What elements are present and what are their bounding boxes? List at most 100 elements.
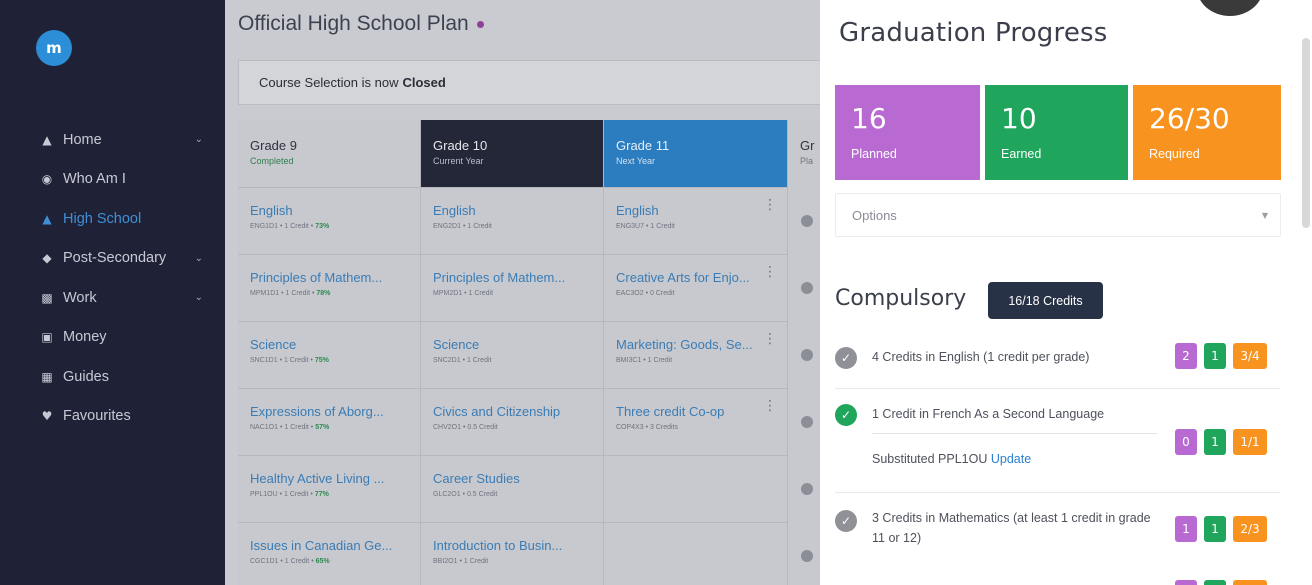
add-course-icon[interactable] — [801, 416, 813, 428]
course-card[interactable]: Three credit Co-op COP4X3 • 3 Credits ⋮ — [604, 388, 788, 455]
course-grade: 75% — [314, 357, 329, 364]
course-meta: BMI3C1 • 1 Credit — [616, 357, 673, 364]
grade-header-10[interactable]: Grade 10 Current Year — [421, 120, 604, 187]
planned-label: Planned — [851, 147, 897, 161]
course-title: Issues in Canadian Ge... — [250, 538, 393, 553]
add-course-icon[interactable] — [801, 483, 813, 495]
planned-count: 2 — [1175, 343, 1197, 369]
course-grade: 57% — [315, 424, 330, 431]
chevron-down-icon[interactable]: ⌄ — [195, 134, 203, 145]
sidebar-nav: ▲ Home ⌄ ◉ Who Am I ▲ High School ◆ Post… — [0, 120, 225, 436]
course-card[interactable]: Civics and Citizenship CHV2O1 • 0.5 Cred… — [421, 388, 604, 455]
grade-name: Grade 9 — [250, 138, 297, 153]
briefcase-icon: ▩ — [41, 290, 53, 305]
earned-count — [1204, 580, 1226, 585]
divider — [835, 388, 1280, 389]
heart-icon: ♥ — [41, 409, 53, 424]
earned-count: 1 — [1204, 516, 1226, 542]
course-card[interactable]: Introduction to Busin... BBI2O1 • 1 Cred… — [421, 522, 604, 585]
add-course-icon[interactable] — [801, 550, 813, 562]
course-meta: NAC1O1 • 1 Credit • 57% — [250, 424, 408, 431]
course-card[interactable]: English ENG2D1 • 1 Credit — [421, 187, 604, 254]
course-card[interactable]: English ENG3U7 • 1 Credit ⋮ — [604, 187, 788, 254]
requirement-text: 4 Credits in English (1 credit per grade… — [872, 350, 1090, 364]
course-title: English — [433, 203, 476, 218]
course-card[interactable]: Science SNC2D1 • 1 Credit — [421, 321, 604, 388]
course-card[interactable]: Marketing: Goods, Se... BMI3C1 • 1 Credi… — [604, 321, 788, 388]
notice-status: Closed — [402, 75, 446, 90]
divider — [872, 433, 1157, 434]
grade-status: Completed — [250, 156, 294, 166]
sidebar-item-favourites[interactable]: ♥ Favourites — [0, 397, 225, 437]
page-title-text: Official High School Plan — [238, 12, 469, 35]
app-logo[interactable]: m — [36, 30, 72, 66]
grade-header-9[interactable]: Grade 9 Completed — [238, 120, 421, 187]
course-meta: BBI2O1 • 1 Credit — [433, 558, 489, 565]
requirement-mathematics[interactable]: ✓ 3 Credits in Mathematics (at least 1 c… — [835, 508, 1280, 568]
sidebar-item-work[interactable]: ▩ Work ⌄ — [0, 278, 225, 318]
grade-name: Grade 10 — [433, 138, 488, 153]
sidebar-item-guides[interactable]: ▦ Guides — [0, 357, 225, 397]
more-options-icon[interactable]: ⋮ — [763, 265, 777, 279]
grade-header-12[interactable]: Gr Pla — [788, 120, 820, 187]
more-options-icon[interactable]: ⋮ — [763, 332, 777, 346]
course-card[interactable]: Expressions of Aborɡ... NAC1O1 • 1 Credi… — [238, 388, 421, 455]
update-link[interactable]: Update — [991, 452, 1031, 466]
course-code-credit: NAC1O1 • 1 Credit • — [250, 424, 314, 431]
course-title: English — [616, 203, 659, 218]
course-meta: EAC3O2 • 0 Credit — [616, 290, 675, 297]
course-title: Principles of Mathem... — [250, 270, 383, 285]
course-card[interactable]: Healthy Active Living ... PPL1OU • 1 Cre… — [238, 455, 421, 522]
add-course-icon[interactable] — [801, 349, 813, 361]
course-meta: SNC1D1 • 1 Credit • 75% — [250, 357, 408, 364]
course-title: Healthy Active Living ... — [250, 471, 385, 486]
course-title: Science — [250, 337, 297, 352]
course-card[interactable]: Principles of Mathem... MPM2D1 • 1 Credi… — [421, 254, 604, 321]
grade-header-11[interactable]: Grade 11 Next Year — [604, 120, 788, 187]
panel-title: Graduation Progress — [839, 18, 1108, 48]
course-title: Science — [433, 337, 480, 352]
sidebar-item-post-secondary[interactable]: ◆ Post-Secondary ⌄ — [0, 239, 225, 279]
chevron-down-icon[interactable]: ⌄ — [195, 292, 203, 303]
course-card[interactable]: Creative Arts for Enjo... EAC3O2 • 0 Cre… — [604, 254, 788, 321]
course-meta: PPL1OU • 1 Credit • 77% — [250, 491, 408, 498]
earned-value: 10 — [1001, 102, 1037, 135]
course-code-credit: SNC1D1 • 1 Credit • — [250, 357, 313, 364]
course-card[interactable]: Issues in Canadian Ge... CGC1D1 • 1 Cred… — [238, 522, 421, 585]
options-dropdown[interactable]: Options ▼ — [835, 193, 1281, 237]
more-options-icon[interactable]: ⋮ — [763, 399, 777, 413]
avatar[interactable] — [1197, 0, 1263, 16]
requirement-english[interactable]: ✓ 4 Credits in English (1 credit per gra… — [835, 343, 1280, 403]
sidebar-item-label: Money — [63, 329, 107, 346]
course-title: Expressions of Aborɡ... — [250, 404, 384, 419]
check-circle-icon: ✓ — [835, 347, 857, 369]
empty-slot[interactable] — [604, 522, 788, 585]
course-title: Three credit Co-op — [616, 404, 725, 419]
course-meta: ENG1D1 • 1 Credit • 73% — [250, 223, 408, 230]
sidebar-item-home[interactable]: ▲ Home ⌄ — [0, 120, 225, 160]
graduation-progress-panel: Graduation Progress 16 Planned 10 Earned… — [820, 0, 1312, 585]
scrollbar[interactable] — [1302, 38, 1310, 228]
planned-stat: 16 Planned — [835, 85, 980, 180]
course-card[interactable]: Science SNC1D1 • 1 Credit • 75% — [238, 321, 421, 388]
substitution-info: Substituted PPL1OU Update — [872, 452, 1031, 466]
add-course-icon[interactable] — [801, 215, 813, 227]
course-card[interactable]: Career Studies GLC2O1 • 0.5 Credit — [421, 455, 604, 522]
sidebar-item-money[interactable]: ▣ Money — [0, 318, 225, 358]
course-grade: 77% — [314, 491, 329, 498]
requirement-french[interactable]: ✓ 1 Credit in French As a Second Languag… — [835, 400, 1280, 495]
requirement-text: 1 Credit in French As a Second Language — [872, 407, 1105, 421]
earned-count: 1 — [1204, 343, 1226, 369]
required-label: Required — [1149, 147, 1200, 161]
grade-status: Pla — [800, 156, 814, 166]
sidebar-item-who-am-i[interactable]: ◉ Who Am I — [0, 160, 225, 200]
add-course-icon[interactable] — [801, 282, 813, 294]
course-grade: 78% — [316, 290, 331, 297]
course-card[interactable]: Principles of Mathem... MPM1D1 • 1 Credi… — [238, 254, 421, 321]
course-card[interactable]: English ENG1D1 • 1 Credit • 73% — [238, 187, 421, 254]
required-value: 26/30 — [1149, 102, 1230, 135]
empty-slot[interactable] — [604, 455, 788, 522]
more-options-icon[interactable]: ⋮ — [763, 198, 777, 212]
chevron-down-icon[interactable]: ⌄ — [195, 253, 203, 264]
sidebar-item-high-school[interactable]: ▲ High School — [0, 199, 225, 239]
